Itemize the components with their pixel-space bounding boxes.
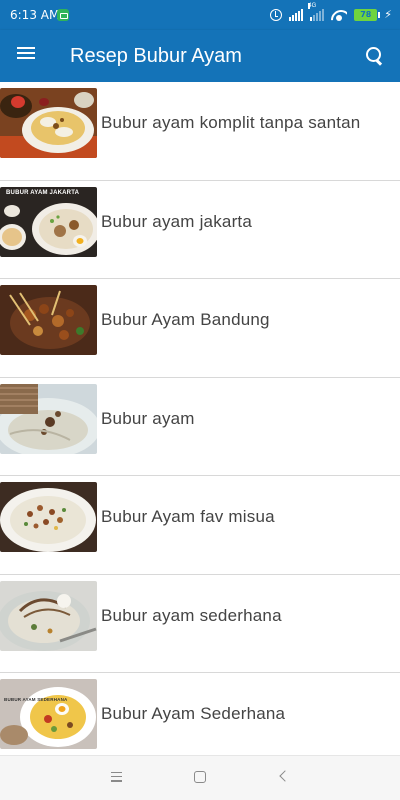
- wifi-icon: [331, 9, 347, 21]
- search-icon[interactable]: [365, 46, 385, 66]
- recipe-thumbnail: BUBUR AYAM SEDERHANA: [0, 679, 97, 749]
- recipe-list-item[interactable]: Bubur ayam sederhana: [0, 574, 400, 673]
- recent-apps-icon[interactable]: [111, 772, 123, 782]
- recipe-title: Bubur Ayam fav misua: [101, 507, 275, 526]
- recipe-title: Bubur ayam komplit tanpa santan: [101, 113, 361, 132]
- recipe-thumbnail: [0, 88, 97, 158]
- recipe-title: Bubur Ayam Bandung: [101, 310, 270, 329]
- recipe-list: Bubur ayam komplit tanpa santan BUBUR AY…: [0, 82, 400, 772]
- recipe-thumbnail: [0, 580, 97, 651]
- recipe-title: Bubur ayam: [101, 408, 195, 428]
- recipe-thumbnail: [0, 482, 97, 552]
- menu-icon[interactable]: [17, 45, 37, 65]
- app-title: Resep Bubur Ayam: [70, 45, 242, 67]
- recipe-title: Bubur ayam jakarta: [101, 211, 253, 231]
- recipe-title: Bubur ayam sederhana: [101, 605, 282, 625]
- alarm-icon: [270, 9, 283, 21]
- status-time: 6:13 AM: [10, 8, 60, 22]
- network-type-label: 4G: [308, 3, 317, 9]
- thumbnail-caption: BUBUR AYAM SEDERHANA: [4, 697, 68, 702]
- signal-icon: [289, 9, 304, 21]
- system-nav-bar: [0, 755, 400, 800]
- recipe-list-item[interactable]: BUBUR AYAM JAKARTA Bubur ayam jakarta: [0, 180, 400, 279]
- charging-icon: ⚡︎: [384, 9, 392, 21]
- recipe-list-item[interactable]: Bubur ayam komplit tanpa santan: [0, 82, 400, 181]
- recipe-thumbnail: [0, 285, 97, 355]
- notification-app-icon: [57, 9, 69, 21]
- thumbnail-caption: BUBUR AYAM JAKARTA: [6, 189, 80, 196]
- signal-4g-icon: 4G: [308, 3, 325, 21]
- recipe-list-item[interactable]: Bubur ayam: [0, 377, 400, 476]
- status-bar: 6:13 AM 4G 78 ⚡︎: [0, 0, 400, 30]
- recipe-thumbnail: [0, 383, 97, 454]
- recipe-list-item[interactable]: Bubur Ayam fav misua: [0, 476, 400, 575]
- battery-icon: 78: [354, 9, 381, 21]
- app-bar: Resep Bubur Ayam: [0, 30, 400, 82]
- recipe-thumbnail: BUBUR AYAM JAKARTA: [0, 186, 97, 257]
- status-icons: 4G 78 ⚡︎: [270, 3, 392, 23]
- back-icon[interactable]: [279, 770, 291, 782]
- recipe-list-item[interactable]: Bubur Ayam Bandung: [0, 279, 400, 378]
- home-icon[interactable]: [194, 771, 206, 783]
- recipe-title: Bubur Ayam Sederhana: [101, 704, 286, 723]
